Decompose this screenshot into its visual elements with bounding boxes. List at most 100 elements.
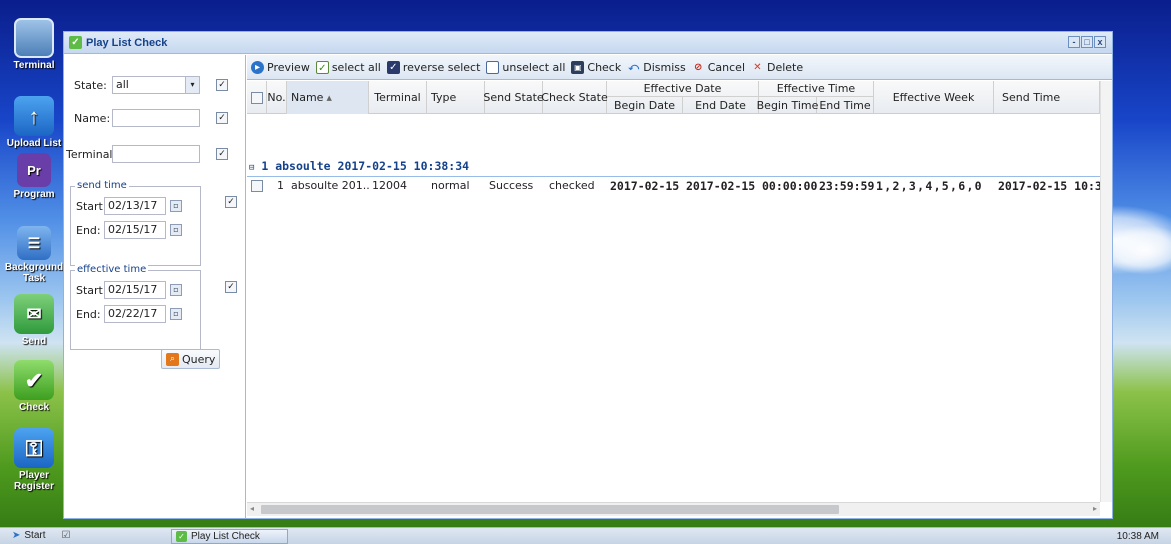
cell-check-state: checked xyxy=(549,179,595,192)
unselect-all-button[interactable]: unselect all xyxy=(486,60,565,74)
column-header-no[interactable]: No. xyxy=(267,81,287,114)
filter-panel: State: all ▾ ✓ Name: ✓ Terminal: ✓ send … xyxy=(64,55,246,518)
name-label: Name: xyxy=(74,111,111,125)
checkbox-inverted-icon: ✓ xyxy=(386,60,400,74)
grid-toolbar: ▸ Preview ✓ select all ✓ reverse select … xyxy=(247,55,1112,80)
column-header-send-state[interactable]: Send State xyxy=(483,81,544,114)
delete-x-icon: ✕ xyxy=(753,61,762,73)
collapse-icon[interactable]: ⊟ xyxy=(249,163,254,173)
send-end-date-field[interactable]: 02/15/17 xyxy=(104,221,166,239)
desktop-toggle-icon[interactable]: ☑ xyxy=(62,530,71,541)
start-button[interactable]: ➤ Start ☑ xyxy=(12,530,70,541)
calendar-icon[interactable]: ▫ xyxy=(170,308,182,320)
name-filter-checkbox[interactable]: ✓ xyxy=(216,112,228,124)
column-header-end-time[interactable]: End Time xyxy=(817,97,874,114)
window-check-icon: ✓ xyxy=(69,36,82,49)
checkmark-icon: ✔ xyxy=(14,360,54,400)
chevron-down-icon[interactable]: ▾ xyxy=(185,77,199,93)
cancel-icon: ⊘ xyxy=(694,61,703,73)
program-icon: Pr xyxy=(17,153,51,187)
column-header-check-state[interactable]: Check State xyxy=(541,81,608,114)
preview-icon: ▸ xyxy=(251,60,264,74)
calendar-icon[interactable]: ▫ xyxy=(170,224,182,236)
dismiss-button[interactable]: ⤺ Dismiss xyxy=(627,61,685,74)
column-header-send-time[interactable]: Send Time xyxy=(994,81,1100,114)
grid-header: No. Name ▲ Terminal Type Send State Chec… xyxy=(247,81,1100,114)
desktop-icon-program[interactable]: Pr Program xyxy=(2,153,66,200)
state-select[interactable]: all ▾ xyxy=(112,76,200,94)
table-row[interactable]: 1 absoulte 201... 12004 normal Success c… xyxy=(247,177,1100,195)
preview-button[interactable]: ▸ Preview xyxy=(251,60,310,74)
upload-arrow-icon: ↑ xyxy=(14,96,54,136)
name-row: Name: ✓ xyxy=(74,109,228,127)
taskbar-clock: 10:38 AM xyxy=(1116,531,1159,542)
send-icon: ✉ xyxy=(14,294,54,334)
calendar-icon[interactable]: ▫ xyxy=(170,200,182,212)
send-end-row: End: 02/15/17 ▫ xyxy=(76,221,182,239)
column-header-type[interactable]: Type xyxy=(427,81,485,114)
state-row: State: all ▾ ✓ xyxy=(74,76,228,94)
send-end-label: End: xyxy=(76,223,101,237)
state-filter-checkbox[interactable]: ✓ xyxy=(216,79,228,91)
send-time-group: send time Start: 02/13/17 ▫ End: 02/15/1… xyxy=(70,180,201,266)
scroll-thumb[interactable] xyxy=(261,505,839,514)
effective-start-row: Start: 02/15/17 ▫ xyxy=(76,281,182,299)
column-header-terminal[interactable]: Terminal xyxy=(369,81,427,114)
query-button[interactable]: ⌕ Query xyxy=(161,349,221,369)
effective-end-label: End: xyxy=(76,307,101,321)
maximize-button[interactable]: □ xyxy=(1081,36,1093,48)
terminal-input[interactable] xyxy=(112,145,200,163)
row-select-checkbox[interactable] xyxy=(251,180,263,192)
desktop-icon-check[interactable]: ✔ Check xyxy=(2,360,66,413)
column-header-effective-week[interactable]: Effective Week xyxy=(874,81,994,114)
send-start-date-field[interactable]: 02/13/17 xyxy=(104,197,166,215)
desktop-icon-background-task[interactable]: ☰ Background Task xyxy=(2,226,66,284)
scroll-right-icon[interactable]: ▸ xyxy=(1093,504,1097,513)
header-select-checkbox[interactable] xyxy=(250,91,263,104)
select-all-button[interactable]: ✓ select all xyxy=(315,60,381,74)
effective-time-filter-checkbox[interactable]: ✓ xyxy=(225,281,237,293)
column-header-end-date[interactable]: End Date xyxy=(683,97,759,114)
window-titlebar[interactable]: ✓ Play List Check - □ x xyxy=(64,32,1112,54)
effective-start-date-field[interactable]: 02/15/17 xyxy=(104,281,166,299)
task-check-icon: ✓ xyxy=(176,531,187,542)
checkbox-checked-icon: ✓ xyxy=(315,60,329,74)
desktop-icon-send[interactable]: ✉ Send xyxy=(2,294,66,347)
check-button[interactable]: ▣ Check xyxy=(571,60,621,74)
effective-time-legend: effective time xyxy=(75,264,149,275)
horizontal-scrollbar[interactable]: ◂ ▸ xyxy=(247,502,1100,516)
cancel-button[interactable]: ⊘ Cancel xyxy=(692,61,745,74)
terminal-filter-checkbox[interactable]: ✓ xyxy=(216,148,228,160)
effective-end-row: End: 02/22/17 ▫ xyxy=(76,305,182,323)
desktop-icon-terminal[interactable]: Terminal xyxy=(2,18,66,71)
send-time-filter-checkbox[interactable]: ✓ xyxy=(225,196,237,208)
desktop-icon-upload-list[interactable]: ↑ Upload List xyxy=(2,96,66,149)
cell-end-time: 23:59:59 xyxy=(819,179,875,193)
cell-type: normal xyxy=(431,179,470,192)
task-list-icon: ☰ xyxy=(17,226,51,260)
effective-end-date-field[interactable]: 02/22/17 xyxy=(104,305,166,323)
calendar-icon[interactable]: ▫ xyxy=(170,284,182,296)
desktop-icon-player-register[interactable]: ⚿ Player Register xyxy=(2,428,66,492)
name-input[interactable] xyxy=(112,109,200,127)
column-header-name[interactable]: Name ▲ xyxy=(287,81,369,114)
scroll-left-icon[interactable]: ◂ xyxy=(250,504,254,513)
column-header-begin-date[interactable]: Begin Date xyxy=(607,97,683,114)
column-header-begin-time[interactable]: Begin Time xyxy=(757,97,818,114)
result-grid-panel: ▸ Preview ✓ select all ✓ reverse select … xyxy=(247,55,1112,518)
vertical-scrollbar[interactable] xyxy=(1100,81,1112,502)
dismiss-icon: ⤺ xyxy=(628,61,640,73)
taskbar-item-play-list-check[interactable]: ✓ Play List Check xyxy=(171,529,288,544)
cell-effective-week: 1,2,3,4,5,6,0 xyxy=(876,179,983,193)
cell-end-date: 2017-02-15 xyxy=(686,179,756,193)
close-button[interactable]: x xyxy=(1094,36,1106,48)
group-header-row[interactable]: ⊟ 1 absoulte 2017-02-15 10:38:34 xyxy=(249,159,469,173)
monitor-icon xyxy=(14,18,54,58)
delete-button[interactable]: ✕ Delete xyxy=(751,61,803,74)
effective-time-group: effective time Start: 02/15/17 ▫ End: 02… xyxy=(70,264,201,350)
send-time-legend: send time xyxy=(75,180,129,191)
window-controls: - □ x xyxy=(1068,36,1106,48)
window-title: Play List Check xyxy=(86,36,168,49)
reverse-select-button[interactable]: ✓ reverse select xyxy=(386,60,480,74)
minimize-button[interactable]: - xyxy=(1068,36,1080,48)
